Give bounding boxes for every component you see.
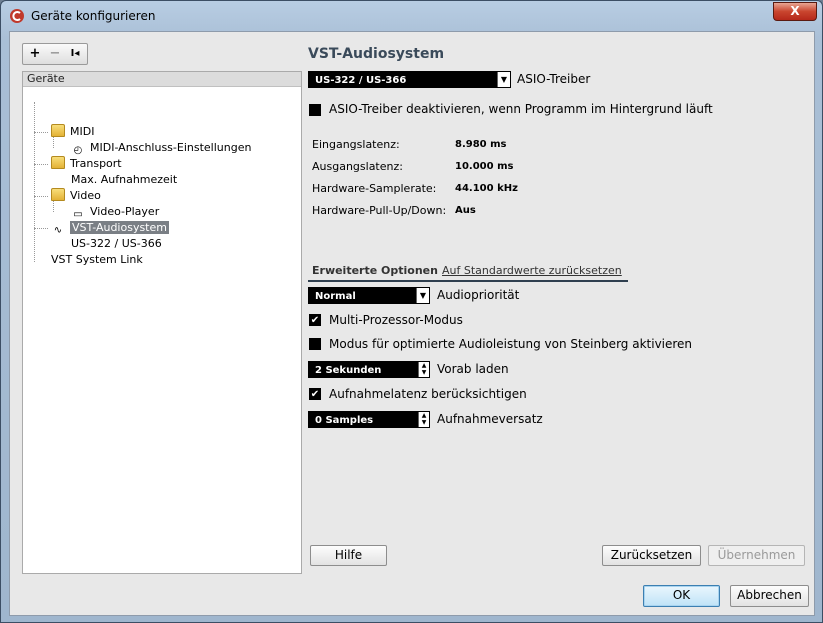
record-latency-checkbox[interactable]: ✔	[309, 388, 321, 400]
title-bar[interactable]: Geräte konfigurieren X	[1, 1, 822, 31]
asio-driver-select[interactable]: US-322 / US-366 ▼	[308, 71, 511, 88]
ok-button[interactable]: OK	[643, 585, 720, 607]
tree-item-video[interactable]: Video	[51, 188, 101, 204]
tab-underline	[308, 280, 628, 282]
input-latency-label: Eingangslatenz:	[312, 138, 400, 151]
apply-button[interactable]: Übernehmen	[708, 545, 805, 566]
audio-priority-select[interactable]: Normal ▼	[308, 287, 430, 304]
folder-icon	[51, 124, 65, 137]
preload-label: Vorab laden	[437, 362, 509, 376]
audio-wave-icon: ∿	[53, 225, 63, 236]
pullup-value: Aus	[455, 205, 476, 216]
preload-spinner[interactable]: 2 Sekunden ▲ ▼	[308, 361, 430, 378]
multiprocessor-checkbox[interactable]: ✔	[309, 314, 321, 326]
chevron-down-icon: ▼	[416, 288, 429, 303]
cubase-app-icon	[10, 9, 24, 23]
settings-panel: VST-Audiosystem US-322 / US-366 ▼ ASIO-T…	[308, 32, 808, 592]
window-title: Geräte konfigurieren	[31, 9, 156, 23]
samplerate-label: Hardware-Samplerate:	[312, 182, 437, 195]
close-icon: X	[790, 4, 800, 18]
tree-line	[34, 164, 48, 165]
reset-button[interactable]: Zurücksetzen	[602, 545, 701, 566]
tree-item-midi[interactable]: MIDI	[51, 124, 94, 140]
record-offset-spinner[interactable]: 0 Samples ▲ ▼	[308, 411, 430, 428]
folder-icon	[51, 156, 65, 169]
tree-header: Geräte	[23, 72, 301, 87]
input-latency-value: 8.980 ms	[455, 139, 507, 150]
checkmark-icon: ✔	[310, 315, 320, 326]
tree-item-video-player[interactable]: ▭ Video-Player	[71, 204, 159, 220]
dialog-client: + − I◂ Geräte MIDI ◴ MIDI-Anschluss-Einst…	[9, 31, 815, 616]
tree-line	[34, 102, 35, 262]
device-tree: Geräte MIDI ◴ MIDI-Anschluss-Einstellunge…	[22, 71, 302, 574]
tree-line	[34, 228, 48, 229]
deactivate-in-background-checkbox[interactable]	[309, 104, 321, 116]
page-title: VST-Audiosystem	[308, 46, 445, 62]
record-offset-label: Aufnahmeversatz	[437, 412, 543, 426]
remove-device-button[interactable]: −	[45, 45, 65, 63]
tree-item-midi-port-settings[interactable]: ◴ MIDI-Anschluss-Einstellungen	[71, 140, 252, 156]
checkmark-icon: ✔	[310, 389, 320, 400]
tree-item-us322[interactable]: US-322 / US-366	[71, 236, 162, 252]
folder-icon	[51, 188, 65, 201]
pullup-label: Hardware-Pull-Up/Down:	[312, 204, 447, 217]
samplerate-value: 44.100 kHz	[455, 183, 518, 194]
chevron-down-icon: ▼	[497, 72, 510, 87]
tab-advanced-options[interactable]: Erweiterte Optionen	[312, 264, 438, 277]
tree-item-vst-audiosystem[interactable]: ∿ VST-Audiosystem	[51, 220, 169, 236]
steinberg-mode-label: Modus für optimierte Audioleistung von S…	[329, 337, 693, 351]
add-device-button[interactable]: +	[25, 45, 45, 63]
output-latency-label: Ausgangslatenz:	[312, 160, 403, 173]
cancel-button[interactable]: Abbrechen	[730, 585, 809, 607]
tree-item-transport[interactable]: Transport	[51, 156, 122, 172]
options-tabbar: Erweiterte Optionen Auf Standardwerte zu…	[308, 264, 628, 282]
steinberg-mode-checkbox[interactable]	[309, 338, 321, 350]
tree-line	[34, 132, 48, 133]
tree-line	[34, 196, 48, 197]
dialog-window: Geräte konfigurieren X + − I◂ Geräte MID…	[0, 0, 823, 623]
help-button[interactable]: Hilfe	[310, 545, 387, 566]
multiprocessor-label: Multi-Prozessor-Modus	[329, 313, 463, 327]
reset-device-button[interactable]: I◂	[65, 45, 85, 63]
tree-item-vst-system-link[interactable]: VST System Link	[51, 252, 143, 268]
tree-toolbar: + − I◂	[22, 43, 88, 65]
tree-item-max-record-time[interactable]: Max. Aufnahmezeit	[71, 172, 177, 188]
close-window-button[interactable]: X	[773, 2, 817, 21]
reset-defaults-link[interactable]: Auf Standardwerte zurücksetzen	[442, 264, 622, 277]
output-latency-value: 10.000 ms	[455, 161, 514, 172]
asio-driver-label: ASIO-Treiber	[517, 72, 591, 86]
spinner-arrows-icon[interactable]: ▲ ▼	[418, 412, 429, 427]
audio-priority-label: Audiopriorität	[437, 288, 520, 302]
spinner-arrows-icon[interactable]: ▲ ▼	[418, 362, 429, 377]
record-latency-label: Aufnahmelatenz berücksichtigen	[329, 387, 527, 401]
deactivate-in-background-label: ASIO-Treiber deaktivieren, wenn Programm…	[329, 102, 713, 116]
